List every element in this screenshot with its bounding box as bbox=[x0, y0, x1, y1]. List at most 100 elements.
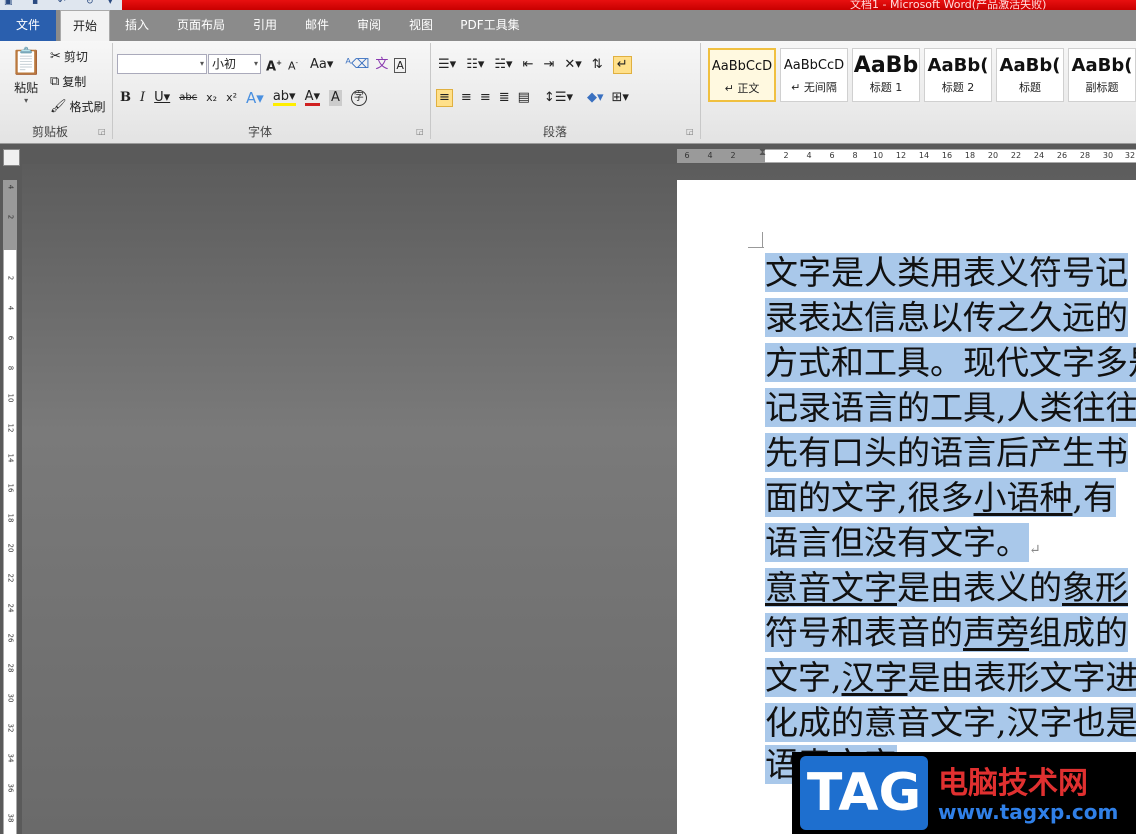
ruler-number: 10 bbox=[872, 151, 884, 160]
hyperlink-term[interactable]: 象形 bbox=[1062, 568, 1128, 607]
italic-icon[interactable]: I bbox=[140, 90, 145, 106]
tab-mailings[interactable]: 邮件 bbox=[298, 10, 336, 41]
document-line: 语言但没有文字。↵ bbox=[765, 520, 1136, 565]
ruler-number: 36 bbox=[6, 783, 15, 793]
align-center-icon[interactable]: ≡ bbox=[461, 90, 472, 106]
tab-home[interactable]: 开始 bbox=[60, 10, 110, 42]
align-left-icon[interactable]: ≡ bbox=[436, 89, 453, 107]
style-title[interactable]: AaBb( 标题 bbox=[996, 48, 1064, 102]
paragraph-launcher-icon[interactable]: ◲ bbox=[686, 127, 694, 136]
align-right-icon[interactable]: ≡ bbox=[480, 90, 491, 106]
underline-icon[interactable]: U▾ bbox=[154, 90, 170, 106]
bold-icon[interactable]: B bbox=[120, 90, 131, 106]
ruler-number: 26 bbox=[1056, 151, 1068, 160]
clear-format-icon[interactable]: ᴬ⌫ bbox=[345, 57, 369, 73]
superscript-icon[interactable]: x² bbox=[226, 90, 237, 106]
save-icon[interactable]: ▪ bbox=[32, 0, 38, 7]
tab-pdf-tools[interactable]: PDF工具集 bbox=[454, 10, 526, 41]
distribute-icon[interactable]: ▤ bbox=[518, 90, 530, 106]
tab-file[interactable]: 文件 bbox=[0, 10, 56, 41]
font-color-icon[interactable]: A▾ bbox=[304, 90, 320, 106]
highlight-icon[interactable]: ab▾ bbox=[272, 90, 296, 106]
shrink-font-icon[interactable]: A- bbox=[288, 55, 298, 75]
undo-icon[interactable]: ↶ bbox=[58, 0, 66, 7]
sort-icon[interactable]: ⇅ bbox=[592, 57, 603, 73]
shading-icon[interactable]: ◆▾ bbox=[587, 90, 604, 106]
text-effect-icon[interactable]: A▾ bbox=[246, 90, 264, 106]
cut-button[interactable]: ✂ 剪切 bbox=[50, 48, 88, 65]
clipboard-group-label: 剪贴板 bbox=[31, 125, 68, 139]
document-line: 文字是人类用表义符号记 bbox=[765, 250, 1136, 295]
paste-label: 粘贴 bbox=[14, 81, 39, 95]
ruler-number: 4 bbox=[707, 151, 713, 160]
font-format-buttons: B I U▾ abc x₂ x² A▾ ab▾ A▾ A 字 bbox=[120, 90, 367, 106]
paragraph-group-label: 段落 bbox=[542, 125, 567, 139]
font-size-combo[interactable]: 小初 ▾ bbox=[208, 54, 261, 74]
selected-text: 记录语言的工具,人类往往 bbox=[765, 388, 1136, 427]
ruler-number: 32 bbox=[1124, 151, 1136, 160]
ruler-number: 6 bbox=[6, 335, 15, 341]
indent-marker-icon[interactable]: ⧗ bbox=[759, 147, 766, 158]
decrease-indent-icon[interactable]: ⇤ bbox=[523, 57, 534, 73]
ruler-number: 24 bbox=[6, 603, 15, 613]
hyperlink-term[interactable]: 意音文字 bbox=[765, 568, 897, 607]
hyperlink-term[interactable]: 小语种 bbox=[974, 478, 1073, 517]
copy-button[interactable]: ⧉ 复制 bbox=[50, 73, 86, 90]
tab-insert[interactable]: 插入 bbox=[118, 10, 156, 41]
borders-icon[interactable]: ⊞▾ bbox=[612, 90, 629, 106]
hyperlink-term[interactable]: 汉字 bbox=[842, 658, 908, 697]
subscript-icon[interactable]: x₂ bbox=[206, 90, 217, 106]
change-case-icon[interactable]: Aa▾ bbox=[310, 57, 333, 73]
char-shading-icon[interactable]: A bbox=[328, 90, 342, 106]
word-icon[interactable]: ▣ bbox=[4, 0, 13, 7]
strikethrough-icon[interactable]: abc bbox=[179, 90, 197, 106]
style-no-spacing[interactable]: AaBbCcD ↵ 无间隔 bbox=[780, 48, 848, 102]
style-subtitle[interactable]: AaBb( 副标题 bbox=[1068, 48, 1136, 102]
style-sample: AaBb( bbox=[999, 55, 1061, 76]
paste-button[interactable]: 📋 粘贴 ▾ bbox=[10, 45, 42, 105]
group-divider bbox=[700, 43, 701, 139]
numbering-icon[interactable]: ☷▾ bbox=[466, 57, 484, 73]
font-name-combo[interactable]: ▾ bbox=[117, 54, 207, 74]
selected-text: 化成的意音文字,汉字也是 bbox=[765, 703, 1136, 742]
clipboard-launcher-icon[interactable]: ◲ bbox=[98, 127, 106, 136]
text-run: 化成的意音文字,汉字也是 bbox=[765, 703, 1136, 742]
ribbon: 📋 粘贴 ▾ ✂ 剪切 ⧉ 复制 🖌 格式刷 剪贴板 ◲ ▾ 小初 ▾ A+ A… bbox=[0, 41, 1136, 144]
quick-access-toolbar: ▣ ▪ ↶ ↻ ▾ bbox=[0, 0, 122, 10]
tab-references[interactable]: 引用 bbox=[246, 10, 284, 41]
format-painter-button[interactable]: 🖌 格式刷 bbox=[50, 98, 106, 115]
selected-text: 面的文字,很多小语种,有 bbox=[765, 478, 1116, 517]
font-launcher-icon[interactable]: ◲ bbox=[416, 127, 424, 136]
style-name: 标题 2 bbox=[941, 81, 975, 94]
style-heading-1[interactable]: AaBb 标题 1 bbox=[852, 48, 920, 102]
phonetic-guide-icon[interactable]: 文 bbox=[375, 57, 388, 73]
redo-icon[interactable]: ↻ bbox=[86, 0, 94, 7]
group-divider bbox=[430, 43, 431, 139]
justify-icon[interactable]: ≣ bbox=[499, 90, 510, 106]
chinese-layout-icon[interactable]: ✕▾ bbox=[564, 57, 581, 73]
line-spacing-icon[interactable]: ↕☰▾ bbox=[544, 90, 573, 106]
ruler-number: 8 bbox=[852, 151, 858, 160]
show-marks-icon[interactable]: ↵ bbox=[612, 56, 632, 74]
ruler-number: 2 bbox=[6, 214, 15, 220]
tab-review[interactable]: 审阅 bbox=[350, 10, 388, 41]
hyperlink-term[interactable]: 声旁 bbox=[963, 613, 1029, 652]
char-border-icon[interactable]: A bbox=[394, 57, 406, 73]
style-normal[interactable]: AaBbCcD ↵ 正文 bbox=[708, 48, 776, 102]
increase-indent-icon[interactable]: ⇥ bbox=[543, 57, 554, 73]
text-run: 先有口头的语言后产生书 bbox=[765, 433, 1128, 472]
bullets-icon[interactable]: ☰▾ bbox=[438, 57, 456, 73]
grow-font-icon[interactable]: A+ bbox=[266, 55, 282, 75]
paste-dropdown-icon[interactable]: ▾ bbox=[24, 96, 28, 105]
tab-selector-icon[interactable] bbox=[3, 149, 20, 166]
ruler-number: 14 bbox=[918, 151, 930, 160]
selected-text: 先有口头的语言后产生书 bbox=[765, 433, 1128, 472]
multilevel-list-icon[interactable]: ☵▾ bbox=[494, 57, 512, 73]
ruler-number: 32 bbox=[6, 723, 15, 733]
tab-view[interactable]: 视图 bbox=[402, 10, 440, 41]
ruler-number: 30 bbox=[1102, 151, 1114, 160]
customize-qat-icon[interactable]: ▾ bbox=[108, 0, 113, 7]
enclose-char-icon[interactable]: 字 bbox=[350, 90, 367, 106]
style-heading-2[interactable]: AaBb( 标题 2 bbox=[924, 48, 992, 102]
tab-page-layout[interactable]: 页面布局 bbox=[170, 10, 232, 41]
